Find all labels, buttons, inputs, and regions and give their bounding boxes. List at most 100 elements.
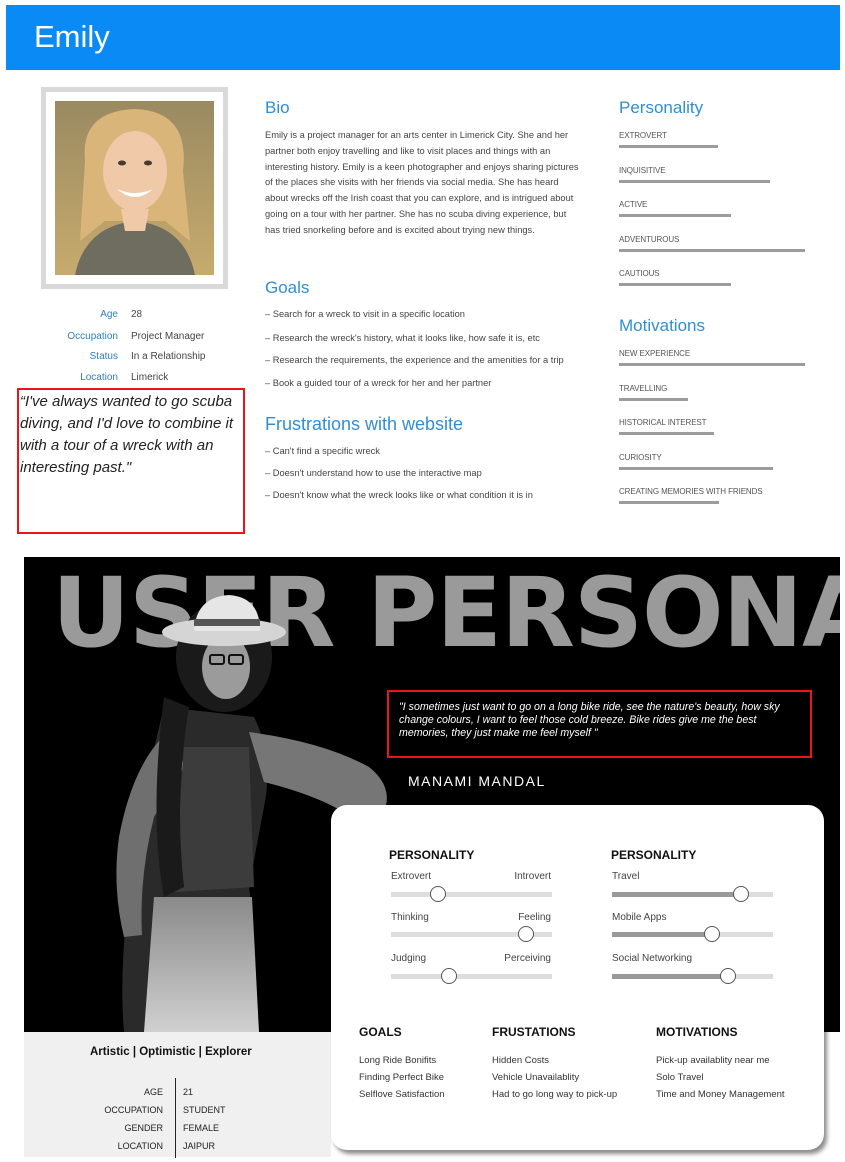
demo-value: Limerick — [131, 372, 169, 383]
motivation-item: Time and Money Management — [656, 1089, 785, 1100]
trait-bar — [619, 145, 718, 148]
persona-quote: "I sometimes just want to go on a long b… — [399, 701, 780, 739]
demo-value: FEMALE — [183, 1123, 220, 1133]
motivation-bar — [619, 467, 773, 470]
frustration-item: Hidden Costs — [492, 1055, 550, 1066]
motivation-item: Solo Travel — [656, 1072, 704, 1083]
motivation-label: New Experience — [619, 349, 691, 358]
slider-knob[interactable] — [703, 926, 720, 942]
slider-right-label: Introvert — [514, 871, 551, 882]
motivation-bar — [619, 363, 805, 366]
persona-tagline: Artistic | Optimistic | Explorer — [90, 1046, 252, 1058]
frustration-item: – Doesn't understand how to use the inte… — [265, 468, 482, 478]
bio-heading: Bio — [265, 98, 290, 117]
slider-knob[interactable] — [719, 968, 736, 984]
demo-label: AGE — [143, 1087, 163, 1097]
frustrations-heading: FRUSTATIONS — [492, 1025, 576, 1039]
slider-fill — [612, 932, 712, 937]
persona-name: Emily — [34, 19, 110, 54]
demo-label: GENDER — [124, 1123, 163, 1133]
motivation-curiosity: Curiosity — [619, 453, 773, 473]
frustration-item: – Can't find a specific wreck — [265, 446, 380, 456]
demo-label: LOCATION — [117, 1141, 163, 1151]
trait-adventurous: Adventurous — [619, 235, 805, 255]
slider-knob[interactable] — [732, 886, 749, 902]
demographics-divider — [175, 1078, 176, 1158]
profile-photo — [55, 101, 214, 275]
motivation-bar — [619, 432, 714, 435]
trait-bar — [619, 214, 731, 217]
motivation-historical-interest: Historical Interest — [619, 418, 714, 438]
trait-active: Active — [619, 200, 731, 220]
slider-knob[interactable] — [518, 926, 535, 942]
demo-label: OCCUPATION — [104, 1105, 163, 1115]
trait-label: Cautious — [619, 269, 660, 278]
goal-item: Selflove Satisfaction — [359, 1089, 445, 1100]
motivation-label: Travelling — [619, 384, 668, 393]
trait-label: Inquisitive — [619, 166, 666, 175]
demo-value: 28 — [131, 309, 143, 320]
slider-right-label: Perceiving — [504, 953, 551, 964]
trait-label: Active — [619, 200, 648, 209]
personality-heading: PERSONALITY — [389, 848, 475, 862]
frustration-item: Had to go long way to pick-up — [492, 1089, 618, 1100]
slider-fill — [612, 974, 728, 979]
slider-left-label: Extrovert — [391, 871, 432, 882]
personality-heading: Personality — [619, 98, 704, 117]
goal-item: – Research the wreck's history, what it … — [265, 333, 540, 343]
slider-knob[interactable] — [440, 968, 457, 984]
demo-status: Status In a Relationship — [30, 351, 240, 365]
emily-persona: Emily Age 28 Occupation Project Manager … — [0, 0, 845, 545]
demo-location: Location Limerick — [30, 372, 240, 386]
frustrations-heading: Frustrations with website — [265, 414, 464, 434]
interest-label: Mobile Apps — [612, 912, 667, 923]
motivations-heading: MOTIVATIONS — [656, 1025, 738, 1039]
demo-label: Location — [80, 372, 118, 383]
slider-right-label: Feeling — [518, 912, 551, 923]
persona-quote: “I've always wanted to go scuba diving, … — [20, 393, 233, 476]
goals-heading: Goals — [265, 278, 310, 297]
trait-bar — [619, 283, 731, 286]
slider-track[interactable] — [391, 886, 552, 902]
demo-label: Status — [89, 351, 118, 362]
goal-item: – Search for a wreck to visit in a speci… — [265, 309, 465, 319]
slider-track[interactable] — [391, 926, 552, 942]
motivation-creating-memories: Creating Memories with Friends — [619, 487, 763, 507]
motivation-travelling: Travelling — [619, 384, 688, 404]
goal-item: – Research the requirements, the experie… — [265, 355, 564, 365]
demo-value: JAIPUR — [183, 1141, 216, 1151]
frustration-item: – Doesn't know what the wreck looks like… — [265, 490, 533, 500]
motivation-new-experience: New Experience — [619, 349, 805, 369]
trait-label: Adventurous — [619, 235, 680, 244]
interest-label: Social Networking — [612, 953, 693, 964]
demo-value: Project Manager — [131, 331, 205, 342]
trait-cautious: Cautious — [619, 269, 731, 289]
slider-fill — [612, 892, 741, 897]
slider-track[interactable] — [391, 968, 552, 984]
interest-track[interactable] — [612, 968, 773, 984]
demo-label: Occupation — [67, 331, 118, 342]
motivation-bar — [619, 398, 688, 401]
bio-text: Emily is a project manager for an arts c… — [265, 130, 579, 235]
motivation-bar — [619, 501, 719, 504]
demo-value: In a Relationship — [131, 351, 206, 362]
interests-heading: PERSONALITY — [611, 848, 697, 862]
persona-header: Emily — [6, 5, 840, 70]
trait-bar — [619, 180, 770, 183]
motivation-label: Historical Interest — [619, 418, 707, 427]
goals-heading: GOALS — [359, 1025, 402, 1039]
profile-photo-frame — [41, 87, 228, 289]
demo-age: Age 28 — [30, 309, 240, 323]
slider-knob[interactable] — [429, 886, 446, 902]
interest-label: Travel — [612, 871, 640, 882]
slider-left-label: Judging — [391, 953, 427, 964]
demo-label: Age — [100, 309, 118, 320]
persona-name: MANAMI MANDAL — [408, 773, 546, 789]
motivation-label: Curiosity — [619, 453, 662, 462]
interest-track[interactable] — [612, 926, 773, 942]
interest-track[interactable] — [612, 886, 773, 902]
demo-value: 21 — [183, 1087, 194, 1097]
slider-left-label: Thinking — [391, 912, 429, 923]
persona-details-card: PERSONALITY Extrovert Introvert Thinking… — [331, 805, 824, 1150]
goal-item: – Book a guided tour of a wreck for her … — [265, 378, 492, 388]
